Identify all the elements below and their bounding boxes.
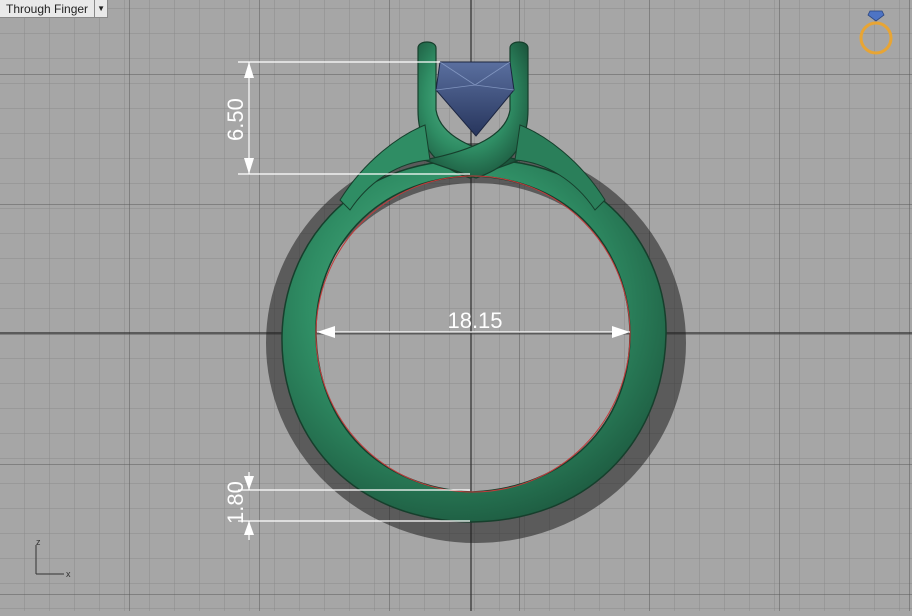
dim-label-shank-thickness: 1.80 bbox=[223, 481, 248, 524]
viewport-title-tab[interactable]: Through Finger ▼ bbox=[0, 0, 109, 18]
z-axis-label: z bbox=[36, 537, 41, 547]
viewport-name[interactable]: Through Finger bbox=[0, 0, 94, 17]
x-axis-label: x bbox=[66, 569, 71, 579]
dim-label-prong-height: 6.50 bbox=[223, 98, 248, 141]
through-finger-viewport[interactable]: 6.50 18.15 1.80 z x Through Finger ▼ bbox=[0, 0, 912, 611]
viewport-canvas[interactable]: 6.50 18.15 1.80 z x bbox=[0, 0, 912, 611]
dim-label-inner-diameter: 18.15 bbox=[447, 308, 502, 333]
triangle-down-icon[interactable]: ▼ bbox=[94, 0, 107, 17]
